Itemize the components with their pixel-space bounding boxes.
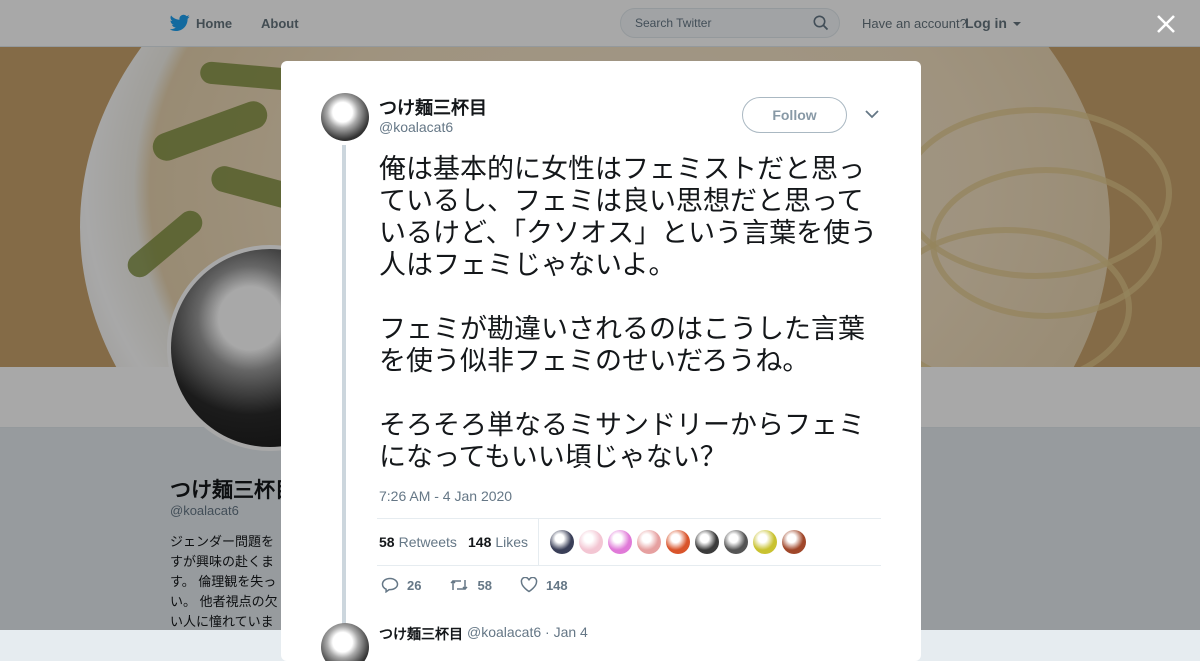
likes-count: 148 <box>468 534 492 550</box>
author-name[interactable]: つけ麺三杯目 <box>379 94 487 120</box>
liker-avatars <box>550 530 806 554</box>
tweet-actions: 26 58 148 <box>381 577 596 593</box>
likes-label: Likes <box>495 534 529 550</box>
close-icon[interactable] <box>1154 12 1178 36</box>
liker-avatar[interactable] <box>782 530 806 554</box>
retweets-stat[interactable]: 58 Retweets <box>379 534 457 550</box>
follow-button[interactable]: Follow <box>742 97 847 133</box>
like-count: 148 <box>545 577 568 593</box>
reply-button[interactable]: 26 <box>381 577 421 593</box>
chevron-down-icon[interactable] <box>865 109 879 119</box>
liker-avatar[interactable] <box>666 530 690 554</box>
author-handle[interactable]: @koalacat6 <box>379 119 453 135</box>
reply-count: 26 <box>407 577 422 593</box>
retweet-count: 58 <box>477 577 492 593</box>
reply-icon <box>381 577 399 593</box>
liker-avatar[interactable] <box>608 530 632 554</box>
retweet-icon <box>450 579 468 591</box>
like-button[interactable]: 148 <box>520 577 568 593</box>
liker-avatar[interactable] <box>695 530 719 554</box>
thread-line <box>342 145 346 661</box>
stats-divider <box>538 519 539 565</box>
tweet-text: 俺は基本的に女性はフェミストだと思っているし、フェミは良い思想だと思っているけど… <box>379 154 878 473</box>
heart-icon <box>520 577 538 593</box>
tweet-modal: つけ麺三杯目 @koalacat6 Follow 俺は基本的に女性はフェミストだ… <box>281 61 921 661</box>
retweet-button[interactable]: 58 <box>449 577 492 593</box>
retweets-count: 58 <box>379 534 395 550</box>
liker-avatar[interactable] <box>753 530 777 554</box>
reply-author-avatar[interactable] <box>321 623 369 661</box>
liker-avatar[interactable] <box>579 530 603 554</box>
tweet-timestamp[interactable]: 7:26 AM - 4 Jan 2020 <box>379 488 512 504</box>
reply-author-name[interactable]: つけ麺三杯目 <box>379 624 463 644</box>
author-avatar[interactable] <box>321 93 369 141</box>
liker-avatar[interactable] <box>637 530 661 554</box>
liker-avatar[interactable] <box>550 530 574 554</box>
likes-stat[interactable]: 148 Likes <box>468 534 528 550</box>
reply-author-meta: @koalacat6 · Jan 4 <box>467 624 588 640</box>
tweet-stats: 58 Retweets 148 Likes <box>377 518 881 566</box>
retweets-label: Retweets <box>398 534 457 550</box>
liker-avatar[interactable] <box>724 530 748 554</box>
